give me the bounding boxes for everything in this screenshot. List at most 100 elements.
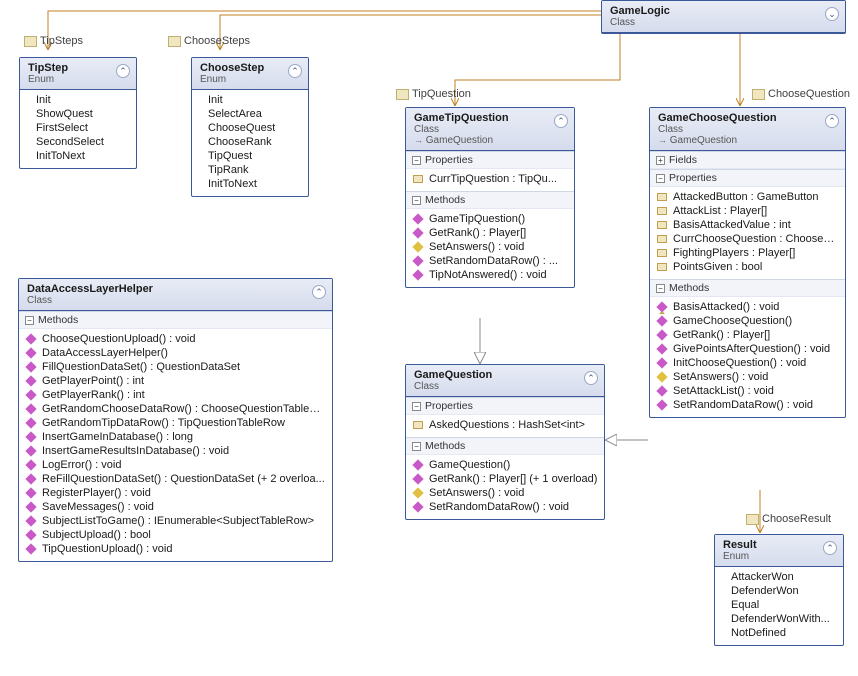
section-properties[interactable]: −Properties [406,397,604,415]
section-toggle-icon[interactable]: − [412,196,421,205]
method-icon [25,361,36,372]
section-toggle-icon[interactable]: − [412,442,421,451]
section-toggle-icon[interactable]: − [656,174,665,183]
enum-member: FirstSelect [26,121,130,135]
collapse-toggle-icon[interactable]: ⌄ [825,7,839,21]
class-header[interactable]: TipStep Enum ⌃ [20,58,136,90]
collapse-toggle-icon[interactable]: ⌃ [312,285,326,299]
method: GetPlayerRank() : int [25,388,326,402]
class-header[interactable]: GameLogic Class ⌄ [602,1,845,33]
class-name: Result [723,539,835,551]
class-dataaccesslayerhelper[interactable]: DataAccessLayerHelper Class ⌃ −Methods C… [18,278,333,562]
collapse-toggle-icon[interactable]: ⌃ [825,114,839,128]
class-kind: Enum [200,74,300,85]
method-icon [25,389,36,400]
property: FightingPlayers : Player[] [656,246,839,260]
section-properties[interactable]: −Properties [650,169,845,187]
section-methods[interactable]: −Methods [406,437,604,455]
method-icon [25,459,36,470]
method-icon [25,431,36,442]
enum-member: ChooseQuest [198,121,302,135]
section-toggle-icon[interactable]: − [656,284,665,293]
section-properties[interactable]: −Properties [406,151,574,169]
methods-list: ChooseQuestionUpload() : voidDataAccessL… [19,329,332,561]
assoc-label-choosesteps: ChooseSteps [168,35,250,47]
property: CurrChooseQuestion : ChooseQu... [656,232,839,246]
method: SetAnswers() : void [412,486,598,500]
method: GameTipQuestion() [412,212,568,226]
class-name: GameQuestion [414,369,596,381]
assoc-label-chooseresult: ChooseResult [746,513,831,525]
section-fields[interactable]: +Fields [650,151,845,169]
method: SetRandomDataRow() : void [412,500,598,514]
method: SetAttackList() : void [656,384,839,398]
enum-tipstep[interactable]: TipStep Enum ⌃ Init ShowQuest FirstSelec… [19,57,137,169]
method-icon [25,333,36,344]
collapse-toggle-icon[interactable]: ⌃ [554,114,568,128]
section-toggle-icon[interactable]: + [656,156,665,165]
section-methods[interactable]: −Methods [650,279,845,297]
class-header[interactable]: GameChooseQuestion Class → GameQuestion … [650,108,845,151]
property: PointsGiven : bool [656,260,839,274]
method: ChooseQuestionUpload() : void [25,332,326,346]
section-toggle-icon[interactable]: − [412,402,421,411]
section-toggle-icon[interactable]: − [412,156,421,165]
section-methods[interactable]: −Methods [19,311,332,329]
method-icon [25,375,36,386]
method-icon [25,515,36,526]
class-kind: Class [658,124,837,135]
method-icon [656,371,667,382]
method: GetPlayerPoint() : int [25,374,326,388]
property-icon [657,235,667,243]
class-gamechoosequestion[interactable]: GameChooseQuestion Class → GameQuestion … [649,107,846,418]
collapse-toggle-icon[interactable]: ⌃ [823,541,837,555]
method: FillQuestionDataSet() : QuestionDataSet [25,360,326,374]
property-icon [413,421,423,429]
method-icon [412,213,423,224]
class-header[interactable]: DataAccessLayerHelper Class ⌃ [19,279,332,311]
class-gamequestion[interactable]: GameQuestion Class ⌃ −Properties AskedQu… [405,364,605,520]
enum-member: NotDefined [721,626,837,640]
class-kind: Class [414,124,566,135]
method: LogError() : void [25,458,326,472]
section-toggle-icon[interactable]: − [25,316,34,325]
properties-list: CurrTipQuestion : TipQu... [406,169,574,191]
class-header[interactable]: Result Enum ⌃ [715,535,843,567]
class-gamelogic[interactable]: GameLogic Class ⌄ [601,0,846,34]
property-icon [657,207,667,215]
collapse-toggle-icon[interactable]: ⌃ [584,371,598,385]
enum-result[interactable]: Result Enum ⌃ AttackerWon DefenderWon Eq… [714,534,844,646]
method: TipQuestionUpload() : void [25,542,326,556]
property-icon [396,89,409,100]
class-header[interactable]: GameQuestion Class ⌃ [406,365,604,397]
assoc-label-text: ChooseResult [762,513,831,525]
methods-list: BasisAttacked() : voidGameChooseQuestion… [650,297,845,417]
enum-member: ChooseRank [198,135,302,149]
method: GivePointsAfterQuestion() : void [656,342,839,356]
method-icon [25,347,36,358]
enum-member: ShowQuest [26,107,130,121]
class-header[interactable]: GameTipQuestion Class → GameQuestion ⌃ [406,108,574,151]
method: SubjectUpload() : bool [25,528,326,542]
method-icon [656,343,667,354]
inherits-icon: → [414,135,423,145]
method: SetAnswers() : void [656,370,839,384]
property-icon [657,263,667,271]
property-icon [657,193,667,201]
assoc-label-choosequestion: ChooseQuestion [752,88,850,100]
method-icon [412,269,423,280]
methods-list: GameTipQuestion()GetRank() : Player[]Set… [406,209,574,287]
property-icon [746,514,759,525]
collapse-toggle-icon[interactable]: ⌃ [116,64,130,78]
class-gametipquestion[interactable]: GameTipQuestion Class → GameQuestion ⌃ −… [405,107,575,288]
section-methods[interactable]: −Methods [406,191,574,209]
method: GetRank() : Player[] (+ 1 overload) [412,472,598,486]
class-header[interactable]: ChooseStep Enum ⌃ [192,58,308,90]
assoc-label-text: TipQuestion [412,88,471,100]
method-icon [25,487,36,498]
collapse-toggle-icon[interactable]: ⌃ [288,64,302,78]
method: SetAnswers() : void [412,240,568,254]
enum-choosestep[interactable]: ChooseStep Enum ⌃ Init SelectArea Choose… [191,57,309,197]
method: InsertGameInDatabase() : long [25,430,326,444]
method-icon [656,301,667,312]
